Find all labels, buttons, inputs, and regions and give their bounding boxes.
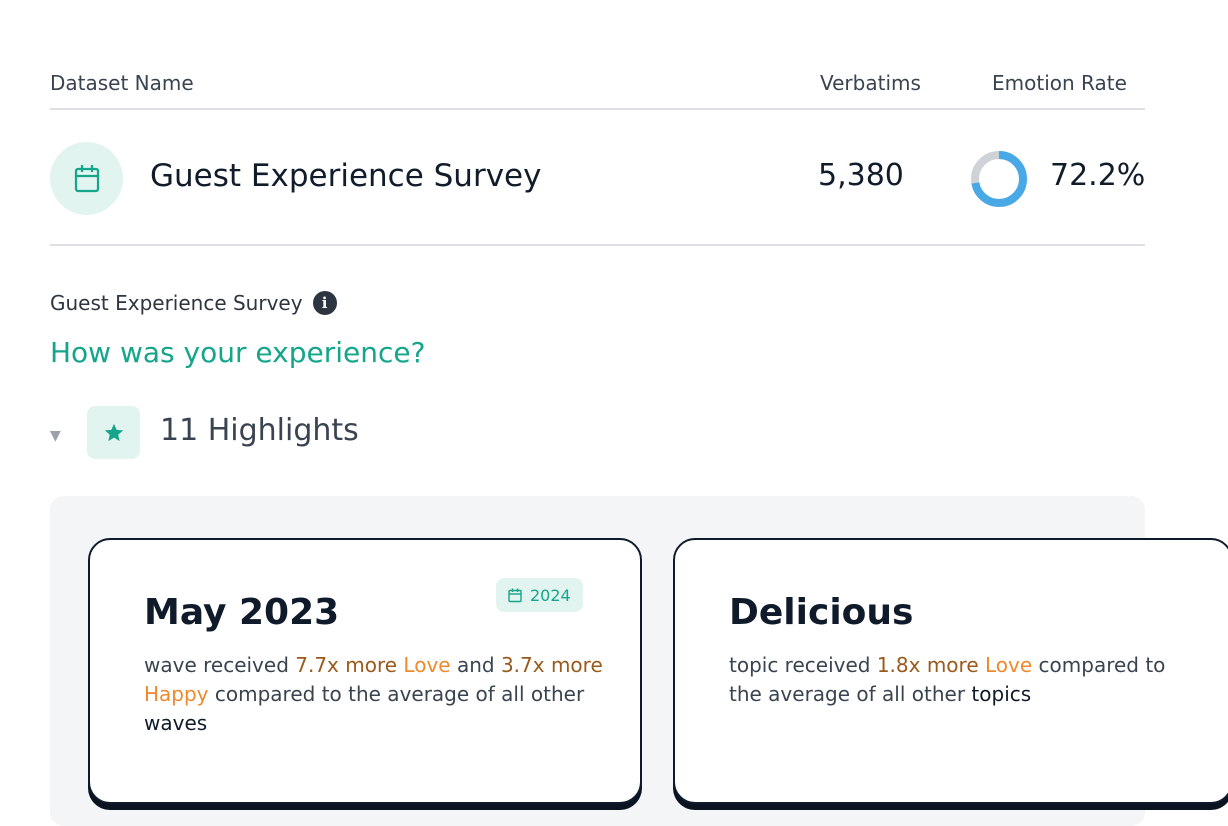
body-text: topic received <box>729 653 877 677</box>
star-icon <box>87 406 140 459</box>
highlight-card[interactable]: May 2023 2024 wave received 7.7x more Lo… <box>88 538 642 804</box>
card-title: May 2023 <box>144 592 340 633</box>
card-title: Delicious <box>729 592 914 633</box>
year-badge: 2024 <box>496 578 583 612</box>
highlight-card[interactable]: Delicious topic received 1.8x more Love … <box>673 538 1228 804</box>
highlights-toggle[interactable]: 11 Highlights <box>160 413 359 448</box>
header-divider <box>50 108 1145 110</box>
multiplier: 3.7x more <box>500 653 603 677</box>
emotion-rate-value: 72.2% <box>1050 158 1146 193</box>
col-header-dataset-name: Dataset Name <box>50 71 194 95</box>
dimension-label: waves <box>144 711 208 735</box>
col-header-verbatims: Verbatims <box>820 71 921 95</box>
multiplier: 7.7x more <box>295 653 398 677</box>
body-text: compared to the average of all other <box>208 682 585 706</box>
badge-year: 2024 <box>530 585 571 605</box>
body-text: and <box>450 653 501 677</box>
survey-title: Guest Experience Survey i <box>50 291 337 315</box>
survey-title-text: Guest Experience Survey <box>50 291 303 315</box>
verbatims-count: 5,380 <box>818 158 904 193</box>
card-body: wave received 7.7x more Love and 3.7x mo… <box>144 651 614 738</box>
card-body: topic received 1.8x more Love compared t… <box>729 651 1199 709</box>
multiplier: 1.8x more <box>876 653 979 677</box>
survey-question: How was your experience? <box>50 336 426 369</box>
info-icon[interactable]: i <box>312 291 337 315</box>
emotion-label: Happy <box>144 682 209 706</box>
emotion-label: Love <box>985 653 1033 677</box>
dataset-name[interactable]: Guest Experience Survey <box>150 158 541 194</box>
row-divider <box>50 244 1145 246</box>
emotion-rate-donut <box>971 151 1027 207</box>
col-header-emotion-rate: Emotion Rate <box>992 71 1127 95</box>
body-text: wave received <box>144 653 296 677</box>
dimension-label: topics <box>971 682 1032 706</box>
emotion-label: Love <box>403 653 451 677</box>
calendar-icon <box>50 142 123 215</box>
caret-down-icon[interactable]: ▼ <box>50 428 61 444</box>
calendar-icon <box>508 588 522 602</box>
